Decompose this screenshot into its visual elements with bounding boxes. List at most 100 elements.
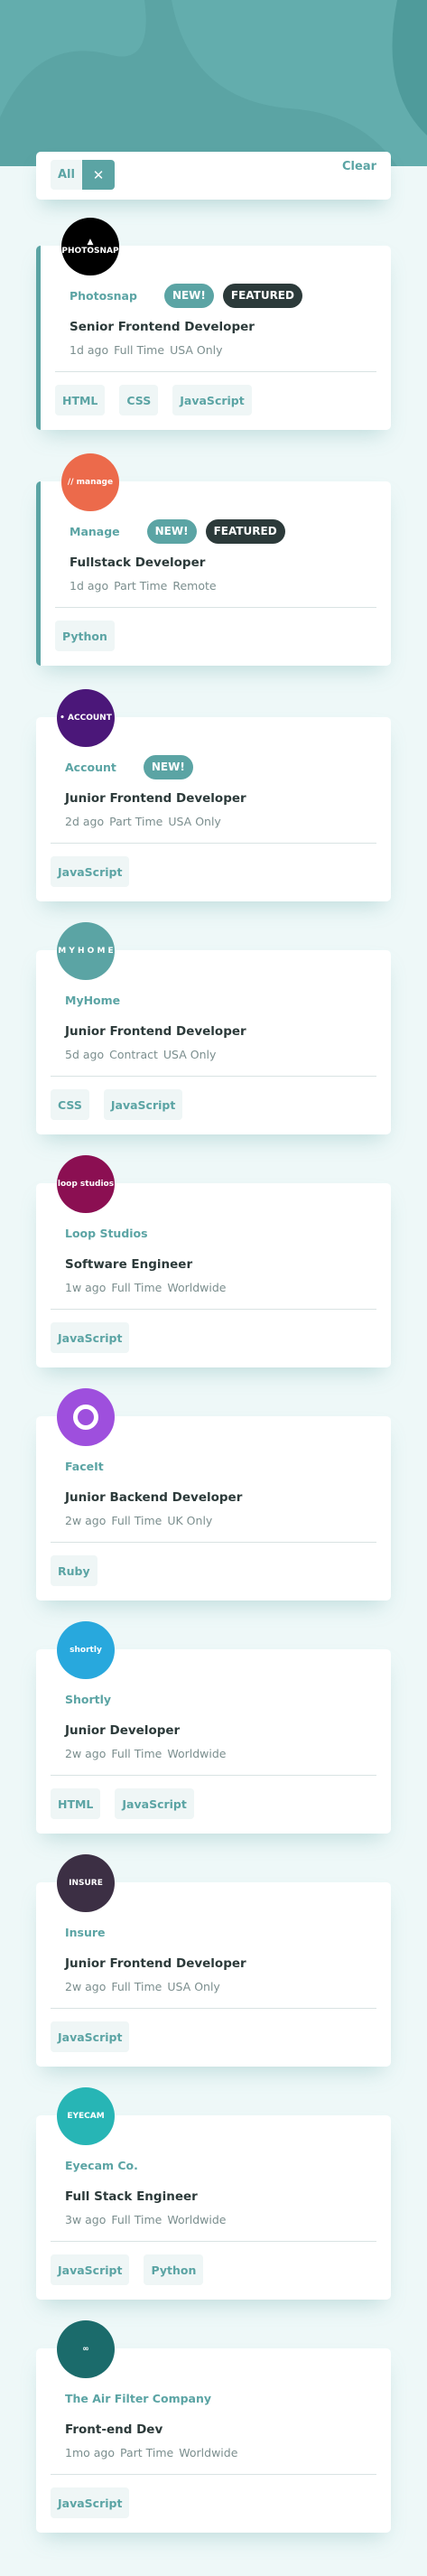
job-position[interactable]: Junior Frontend Developer bbox=[65, 1024, 246, 1039]
company-name[interactable]: Account bbox=[65, 761, 116, 774]
company-name[interactable]: FaceIt bbox=[65, 1460, 104, 1473]
company-row: Loop Studios bbox=[65, 1220, 166, 1246]
filter-bar: All ✕ Clear bbox=[36, 152, 391, 200]
company-name[interactable]: The Air Filter Company bbox=[65, 2392, 211, 2405]
job-tag[interactable]: JavaScript bbox=[51, 2254, 130, 2285]
job-tag[interactable]: JavaScript bbox=[51, 2021, 130, 2052]
job-posted: 1d ago bbox=[70, 579, 109, 593]
job-posted: 5d ago bbox=[65, 1048, 105, 1061]
job-tag[interactable]: JavaScript bbox=[103, 1089, 183, 1120]
job-tag[interactable]: JavaScript bbox=[115, 1788, 194, 1819]
job-card: M Y H O M E MyHome Junior Frontend Develop… bbox=[36, 922, 391, 1134]
job-contract: Contract bbox=[109, 1048, 158, 1061]
company-logo: M Y H O M E bbox=[57, 922, 115, 980]
divider bbox=[51, 2241, 376, 2242]
job-posted: 2d ago bbox=[65, 815, 105, 828]
job-position[interactable]: Software Engineer bbox=[65, 1257, 192, 1272]
job-card: // manage Manage NEW! FEATURED Fullstack Dev… bbox=[36, 453, 391, 666]
job-position[interactable]: Senior Frontend Developer bbox=[70, 320, 255, 334]
job-location: USA Only bbox=[162, 1048, 217, 1061]
job-card: FaceIt Junior Backend Developer 2w ago Full… bbox=[36, 1388, 391, 1601]
job-position[interactable]: Junior Developer bbox=[65, 1723, 180, 1738]
job-posted: 3w ago bbox=[65, 2213, 107, 2226]
job-location: USA Only bbox=[167, 1980, 220, 1993]
close-icon[interactable]: ✕ bbox=[81, 160, 115, 190]
job-contract: Full Time bbox=[114, 343, 165, 357]
job-position[interactable]: Fullstack Developer bbox=[70, 555, 205, 570]
company-name[interactable]: Photosnap bbox=[70, 289, 137, 303]
job-position[interactable]: Junior Frontend Developer bbox=[65, 791, 246, 806]
divider bbox=[51, 2008, 376, 2009]
job-tags: HTML CSS JavaScript bbox=[55, 385, 252, 415]
job-contract: Part Time bbox=[109, 815, 163, 828]
job-tags: JavaScript Python bbox=[51, 2254, 204, 2285]
company-name[interactable]: Manage bbox=[70, 525, 120, 538]
job-card: ▲ PHOTOSNAP Photosnap NEW! FEATURED Senior F… bbox=[36, 218, 391, 430]
job-position[interactable]: Full Stack Engineer bbox=[65, 2189, 198, 2204]
job-meta: 3w ago Full Time Worldwide bbox=[65, 2213, 227, 2226]
clear-button[interactable]: Clear bbox=[342, 160, 376, 173]
header-background bbox=[0, 0, 427, 166]
company-logo: • ACCOUNT bbox=[57, 689, 115, 747]
job-contract: Full Time bbox=[111, 1747, 162, 1760]
job-tag[interactable]: JavaScript bbox=[51, 2487, 130, 2518]
company-name[interactable]: MyHome bbox=[65, 994, 120, 1007]
job-meta: 1mo ago Part Time Worldwide bbox=[65, 2446, 237, 2459]
job-location: Worldwide bbox=[167, 1281, 227, 1294]
job-position[interactable]: Junior Frontend Developer bbox=[65, 1956, 246, 1971]
job-tags: Python bbox=[55, 621, 115, 651]
company-logo: ▲ PHOTOSNAP bbox=[61, 218, 119, 275]
job-tags: Ruby bbox=[51, 1555, 97, 1586]
job-contract: Part Time bbox=[114, 579, 168, 593]
job-tag[interactable]: HTML bbox=[55, 385, 106, 415]
company-name[interactable]: Loop Studios bbox=[65, 1227, 148, 1240]
job-tag[interactable]: HTML bbox=[51, 1788, 101, 1819]
job-tags: HTML JavaScript bbox=[51, 1788, 194, 1819]
job-location: USA Only bbox=[170, 343, 223, 357]
job-card: INSURE Insure Junior Frontend Developer 2w … bbox=[36, 1854, 391, 2067]
company-row: Insure bbox=[65, 1919, 124, 1945]
job-tag[interactable]: Python bbox=[55, 621, 115, 651]
job-position[interactable]: Junior Backend Developer bbox=[65, 1490, 242, 1505]
job-tags: JavaScript bbox=[51, 856, 130, 887]
job-tag[interactable]: JavaScript bbox=[51, 856, 130, 887]
company-row: Manage NEW! FEATURED bbox=[70, 518, 285, 544]
job-tag[interactable]: Python bbox=[144, 2254, 204, 2285]
job-meta: 2w ago Full Time USA Only bbox=[65, 1980, 220, 1993]
job-posted: 1d ago bbox=[70, 343, 109, 357]
company-row: The Air Filter Company bbox=[65, 2385, 229, 2411]
job-posted: 1w ago bbox=[65, 1281, 107, 1294]
job-location: Worldwide bbox=[179, 2446, 238, 2459]
company-logo: shortly bbox=[57, 1621, 115, 1679]
job-tag[interactable]: CSS bbox=[51, 1089, 89, 1120]
job-meta: 1d ago Part Time Remote bbox=[70, 579, 217, 593]
job-tag[interactable]: JavaScript bbox=[51, 1322, 130, 1353]
company-row: Shortly bbox=[65, 1686, 129, 1712]
company-row: Eyecam Co. bbox=[65, 2152, 156, 2178]
company-logo: loop studios bbox=[57, 1155, 115, 1213]
job-meta: 1d ago Full Time USA Only bbox=[70, 343, 223, 357]
job-location: Worldwide bbox=[167, 2213, 227, 2226]
job-card: shortly Shortly Junior Developer 2w ago Full… bbox=[36, 1621, 391, 1834]
filter-tag-all: All ✕ bbox=[51, 160, 115, 190]
divider bbox=[51, 843, 376, 844]
job-location: UK Only bbox=[167, 1514, 213, 1527]
job-position[interactable]: Front-end Dev bbox=[65, 2422, 162, 2437]
filter-tag-label: All bbox=[51, 160, 82, 190]
job-tags: JavaScript bbox=[51, 1322, 130, 1353]
divider bbox=[55, 371, 376, 372]
company-name[interactable]: Insure bbox=[65, 1926, 106, 1939]
job-tag[interactable]: JavaScript bbox=[172, 385, 252, 415]
divider bbox=[55, 607, 376, 608]
company-name[interactable]: Shortly bbox=[65, 1693, 111, 1706]
header-pattern bbox=[0, 0, 427, 166]
job-tag[interactable]: Ruby bbox=[51, 1555, 97, 1586]
company-row: Photosnap NEW! FEATURED bbox=[70, 283, 302, 308]
job-meta: 2w ago Full Time UK Only bbox=[65, 1514, 212, 1527]
job-tags: CSS JavaScript bbox=[51, 1089, 183, 1120]
job-contract: Full Time bbox=[111, 1514, 162, 1527]
job-tag[interactable]: CSS bbox=[119, 385, 159, 415]
job-location: USA Only bbox=[168, 815, 221, 828]
company-name[interactable]: Eyecam Co. bbox=[65, 2159, 138, 2172]
job-meta: 2d ago Part Time USA Only bbox=[65, 815, 221, 828]
